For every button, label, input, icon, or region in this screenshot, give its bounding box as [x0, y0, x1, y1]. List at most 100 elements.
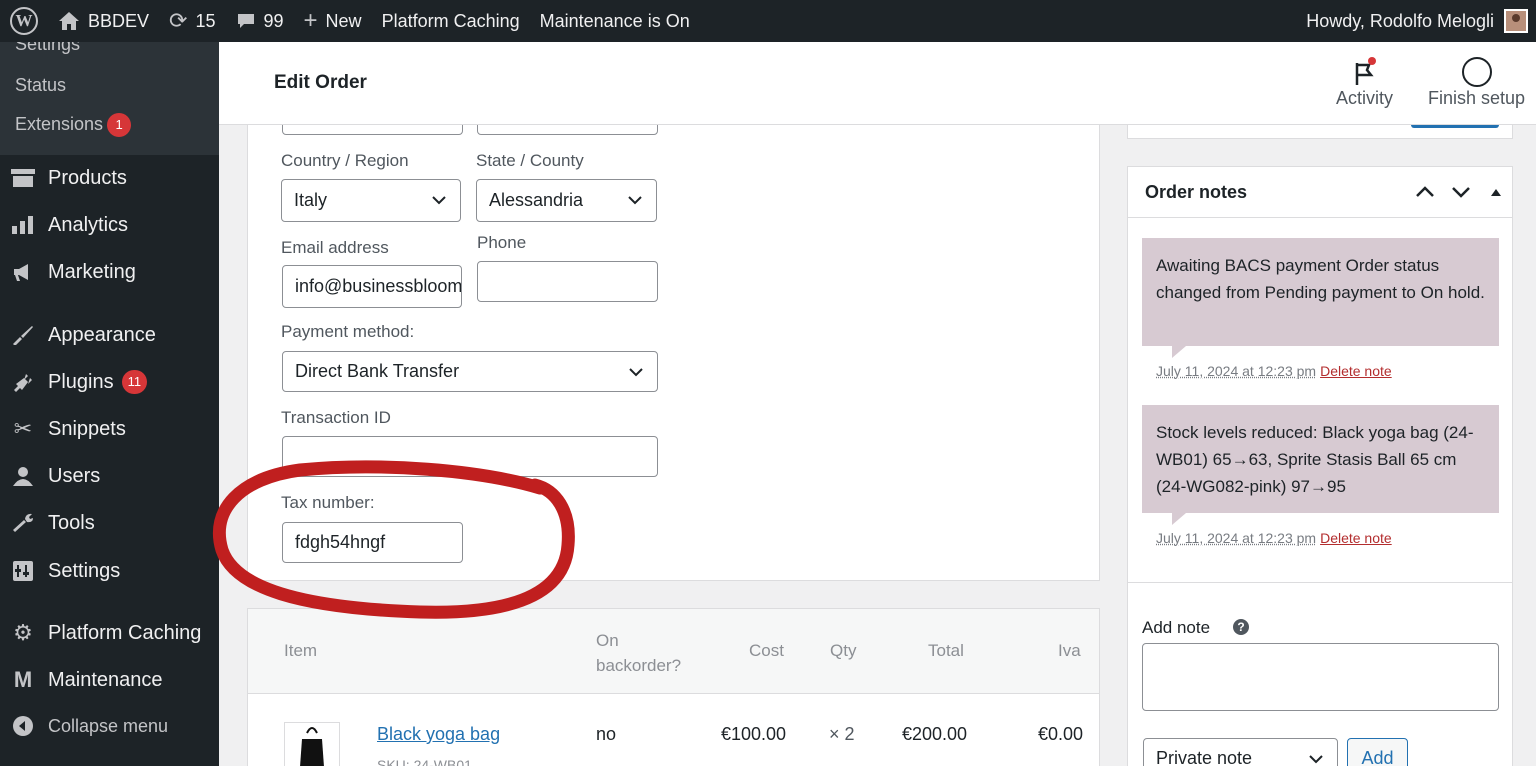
- sidebar-item-users[interactable]: Users: [0, 456, 219, 496]
- home-icon: [58, 11, 80, 31]
- plus-icon: +: [304, 7, 318, 35]
- email-label: Email address: [281, 238, 389, 258]
- extensions-badge: 1: [107, 113, 131, 137]
- updates-count: 15: [195, 11, 215, 32]
- add-note-textarea[interactable]: [1142, 643, 1499, 711]
- marketing-icon: [11, 261, 35, 283]
- payment-method-select[interactable]: Direct Bank Transfer: [282, 351, 658, 392]
- sidebar-item-settings[interactable]: Settings: [0, 551, 219, 591]
- site-name: BBDEV: [88, 11, 149, 32]
- sidebar-item-label: Products: [48, 167, 127, 190]
- wordpress-logo-button[interactable]: W: [0, 0, 48, 42]
- sidebar-item-platform-caching[interactable]: ⚙ Platform Caching: [0, 613, 219, 653]
- chevron-down-icon: [626, 191, 644, 209]
- plugins-badge: 11: [122, 370, 148, 394]
- payment-method-value: Direct Bank Transfer: [295, 361, 459, 382]
- avatar: [1504, 9, 1528, 33]
- finish-setup-button[interactable]: Finish setup: [1428, 56, 1525, 109]
- analytics-icon: [11, 214, 35, 236]
- sidebar-item-products[interactable]: Products: [0, 158, 219, 198]
- submenu-status[interactable]: Status: [0, 75, 66, 96]
- maintenance-icon: M: [11, 669, 35, 691]
- tax-number-label: Tax number:: [281, 493, 375, 513]
- delete-note-link[interactable]: Delete note: [1320, 363, 1392, 379]
- sidebar-item-maintenance[interactable]: M Maintenance: [0, 660, 219, 700]
- state-value: Alessandria: [489, 190, 583, 211]
- phone-label: Phone: [477, 233, 526, 253]
- gear-icon: ⚙: [11, 622, 35, 644]
- product-name-link[interactable]: Black yoga bag: [377, 724, 500, 745]
- sidebar-item-label: Tools: [48, 512, 95, 535]
- help-icon[interactable]: ?: [1233, 619, 1249, 635]
- chevron-down-icon: [430, 191, 448, 209]
- flag-icon: [1352, 56, 1378, 88]
- submenu-extensions[interactable]: Extensions 1: [0, 113, 131, 137]
- woocommerce-submenu: Settings Status Extensions 1: [0, 42, 219, 155]
- product-sku: SKU: 24-WB01: [377, 757, 472, 766]
- chevron-down-icon: [627, 363, 645, 381]
- products-icon: [11, 167, 35, 189]
- sidebar-item-appearance[interactable]: Appearance: [0, 315, 219, 355]
- payment-method-label: Payment method:: [281, 322, 414, 342]
- column-header-iva[interactable]: Iva: [1058, 641, 1081, 661]
- chevron-down-icon: [1307, 750, 1325, 766]
- email-value: info@businessbloomer.com: [295, 276, 462, 297]
- tax-number-field[interactable]: fdgh54hngf: [282, 522, 463, 563]
- maintenance-label: Maintenance is On: [540, 11, 690, 32]
- total-value: €200.00: [902, 724, 967, 745]
- sidebar-item-label: Settings: [48, 560, 120, 583]
- sidebar-item-label: Users: [48, 465, 100, 488]
- add-note-button[interactable]: Add: [1347, 738, 1408, 766]
- progress-circle-icon: [1461, 56, 1493, 88]
- note-type-select[interactable]: Private note: [1143, 738, 1338, 766]
- email-field[interactable]: info@businessbloomer.com: [282, 265, 462, 308]
- column-header-item[interactable]: Item: [284, 641, 317, 661]
- note-text: Awaiting BACS payment Order status chang…: [1156, 256, 1485, 302]
- collapse-icon: [11, 715, 35, 737]
- iva-value: €0.00: [1038, 724, 1083, 745]
- column-header-cost[interactable]: Cost: [749, 641, 784, 661]
- my-account-link[interactable]: Howdy, Rodolfo Melogli: [1306, 0, 1528, 42]
- new-label: New: [326, 11, 362, 32]
- updates-icon: ⟳: [169, 8, 187, 34]
- country-select[interactable]: Italy: [281, 179, 461, 222]
- toggle-panel-icon[interactable]: [1489, 186, 1503, 198]
- tax-number-value: fdgh54hngf: [295, 532, 385, 553]
- order-notes-header: Order notes: [1128, 167, 1512, 218]
- state-label: State / County: [476, 151, 584, 171]
- order-note: Stock levels reduced: Black yoga bag (24…: [1142, 405, 1499, 513]
- comment-icon: [236, 12, 256, 30]
- sidebar-item-analytics[interactable]: Analytics: [0, 205, 219, 245]
- phone-field[interactable]: [477, 261, 658, 302]
- sidebar-item-snippets[interactable]: ✂ Snippets: [0, 409, 219, 449]
- submenu-settings[interactable]: Settings: [0, 42, 80, 55]
- delete-note-link[interactable]: Delete note: [1320, 530, 1392, 546]
- state-select[interactable]: Alessandria: [476, 179, 657, 222]
- column-header-total[interactable]: Total: [928, 641, 964, 661]
- updates-link[interactable]: ⟳ 15: [159, 0, 225, 42]
- collapse-menu-button[interactable]: Collapse menu: [0, 706, 219, 746]
- transaction-id-field[interactable]: [282, 436, 658, 477]
- chevron-up-icon[interactable]: [1414, 183, 1436, 201]
- chevron-down-icon[interactable]: [1450, 183, 1472, 201]
- finish-setup-label: Finish setup: [1428, 88, 1525, 109]
- sidebar-item-marketing[interactable]: Marketing: [0, 252, 219, 292]
- platform-caching-link[interactable]: Platform Caching: [372, 0, 530, 42]
- add-note-label: Add note: [1142, 618, 1210, 638]
- users-icon: [11, 465, 35, 487]
- admin-sidebar: Settings Status Extensions 1 Products Ana…: [0, 42, 219, 766]
- activity-label: Activity: [1336, 88, 1393, 109]
- plugins-icon: [11, 371, 35, 393]
- comments-link[interactable]: 99: [226, 0, 294, 42]
- activity-button[interactable]: Activity: [1336, 56, 1393, 109]
- site-name-link[interactable]: BBDEV: [48, 0, 159, 42]
- backorder-value: no: [596, 724, 616, 745]
- sidebar-item-plugins[interactable]: Plugins 11: [0, 362, 219, 402]
- comments-count: 99: [264, 11, 284, 32]
- column-header-qty[interactable]: Qty: [830, 641, 856, 661]
- new-content-link[interactable]: + New: [294, 0, 372, 42]
- page-header: Edit Order Activity Finish setup: [219, 42, 1536, 125]
- sidebar-item-tools[interactable]: Tools: [0, 503, 219, 543]
- maintenance-link[interactable]: Maintenance is On: [530, 0, 700, 42]
- sidebar-item-label: Plugins: [48, 371, 114, 394]
